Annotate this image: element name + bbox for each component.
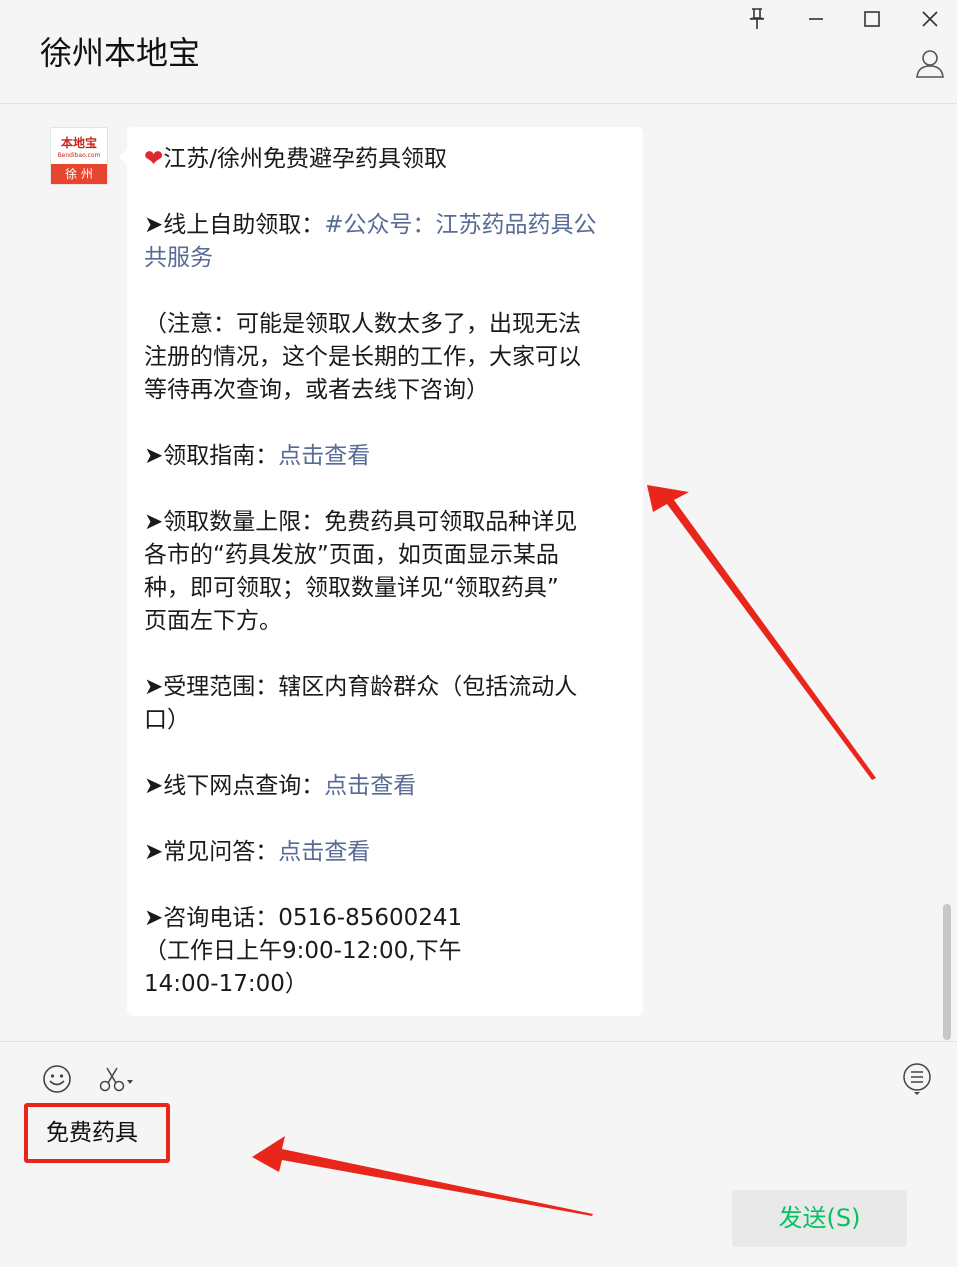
avatar-logo-url: Bendibao.com <box>57 152 101 159</box>
composer-area: 免费药具 发送(S) <box>0 1041 957 1267</box>
minimize-icon[interactable] <box>801 4 831 34</box>
message-link[interactable]: 共服务 <box>144 245 213 271</box>
message-line: ➤常见问答：点击查看 <box>144 836 627 869</box>
scrollbar-thumb[interactable] <box>943 904 951 1040</box>
message-text: 各市的“药具发放”页面，如页面显示某品 <box>144 542 559 568</box>
message-link[interactable]: 点击查看 <box>278 443 370 469</box>
message-text: 江苏/徐州免费避孕药具领取 <box>163 146 448 172</box>
message-text: （注意：可能是领取人数太多了，出现无法 <box>144 311 581 337</box>
message-line: 14:00-17:00） <box>144 968 627 1001</box>
chat-title: 徐州本地宝 <box>40 34 201 72</box>
message-link[interactable]: 点击查看 <box>278 839 370 865</box>
message-text: 等待再次查询，或者去线下咨询） <box>144 377 489 403</box>
message-text: ➤线下网点查询： <box>144 773 325 799</box>
message-line: 共服务 <box>144 242 627 275</box>
message-line: ➤线上自助领取：#公众号：江苏药品药具公 <box>144 209 627 242</box>
title-bar: 徐州本地宝 <box>0 0 957 104</box>
message-text: 口） <box>144 707 190 733</box>
message-line: （注意：可能是领取人数太多了，出现无法 <box>144 308 627 341</box>
message-line: 等待再次查询，或者去线下咨询） <box>144 374 627 407</box>
maximize-icon[interactable] <box>857 4 887 34</box>
message-line: 各市的“药具发放”页面，如页面显示某品 <box>144 539 627 572</box>
message-text: ➤常见问答： <box>144 839 279 865</box>
message-text: （工作日上午9:00-12:00,下午 <box>144 938 462 964</box>
sender-avatar[interactable]: 本地宝 Bendibao.com 徐 州 <box>50 127 108 185</box>
profile-icon[interactable] <box>913 46 947 80</box>
message-text: ➤领取指南： <box>144 443 279 469</box>
message-link[interactable]: #公众号：江苏药品药具公 <box>324 212 596 238</box>
message-line: 口） <box>144 704 627 737</box>
message-text: ➤线上自助领取： <box>144 212 325 238</box>
message-text: ➤受理范围：辖区内育龄群众（包括流动人 <box>144 674 578 700</box>
message-text: 注册的情况，这个是长期的工作，大家可以 <box>144 344 581 370</box>
message-line: 种，即可领取；领取数量详见“领取药具” <box>144 572 627 605</box>
heart-icon: ❤ <box>144 146 164 172</box>
message-line: ➤领取指南：点击查看 <box>144 440 627 473</box>
message-line: ➤受理范围：辖区内育龄群众（包括流动人 <box>144 671 627 704</box>
chat-message-area[interactable]: 本地宝 Bendibao.com 徐 州 ❤江苏/徐州免费避孕药具领取 ➤线上自助… <box>0 104 957 1041</box>
message-link[interactable]: 点击查看 <box>324 773 416 799</box>
menu-list-icon[interactable] <box>900 1062 934 1096</box>
emoji-icon[interactable] <box>40 1062 74 1096</box>
avatar-logo-text: 本地宝 <box>60 136 97 150</box>
scissors-icon[interactable] <box>96 1062 136 1096</box>
message-bubble: ❤江苏/徐州免费避孕药具领取 ➤线上自助领取：#公众号：江苏药品药具公共服务 （注意… <box>119 127 643 1016</box>
message-text: ➤咨询电话：0516-85600241 <box>144 905 463 931</box>
close-icon[interactable] <box>915 4 945 34</box>
avatar-city-label: 徐 州 <box>51 164 107 184</box>
message-text: ➤领取数量上限：免费药具可领取品种详见 <box>144 509 578 535</box>
message-line: ➤线下网点查询：点击查看 <box>144 770 627 803</box>
message-line: ➤咨询电话：0516-85600241 <box>144 902 627 935</box>
message-input[interactable]: 免费药具 <box>24 1103 170 1163</box>
message-text: 页面左下方。 <box>144 608 282 634</box>
message-line: （工作日上午9:00-12:00,下午 <box>144 935 627 968</box>
message-line: ❤江苏/徐州免费避孕药具领取 <box>144 143 627 176</box>
send-button[interactable]: 发送(S) <box>732 1190 907 1247</box>
message-line: 注册的情况，这个是长期的工作，大家可以 <box>144 341 627 374</box>
pin-icon[interactable] <box>742 4 772 34</box>
message-text: 种，即可领取；领取数量详见“领取药具” <box>144 575 559 601</box>
message-text: 14:00-17:00） <box>144 971 308 997</box>
message-line: ➤领取数量上限：免费药具可领取品种详见 <box>144 506 627 539</box>
message-line: 页面左下方。 <box>144 605 627 638</box>
